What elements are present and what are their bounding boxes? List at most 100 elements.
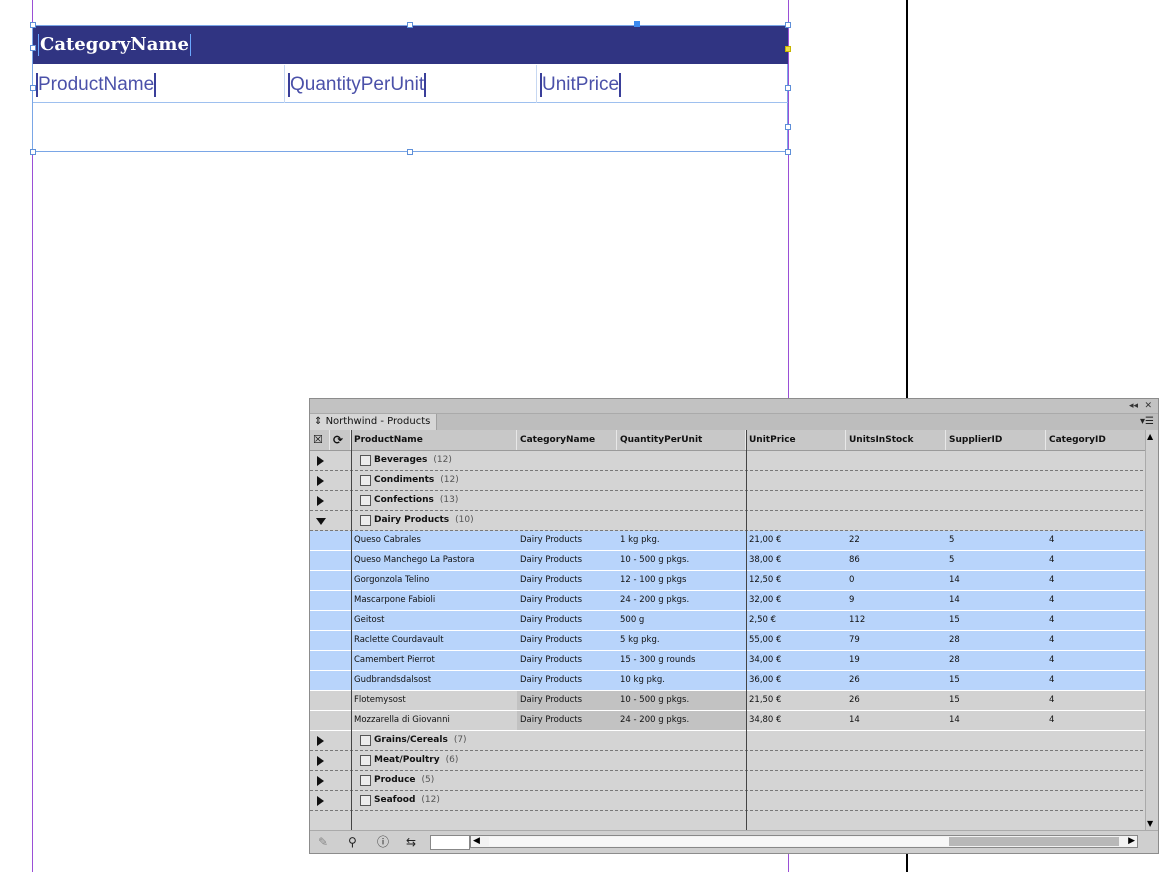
frame-handle[interactable] xyxy=(785,22,791,28)
cell-unitsinstock[interactable]: 14 xyxy=(846,711,946,730)
table-row[interactable]: Raclette Courdavault Dairy Products 5 kg p… xyxy=(310,631,1158,651)
cell-categoryid[interactable]: 4 xyxy=(1046,571,1146,590)
record-number-field[interactable] xyxy=(430,835,470,850)
cell-supplierid[interactable]: 15 xyxy=(946,671,1046,690)
table-row[interactable]: Mozzarella di Giovanni Dairy Products 24 -… xyxy=(310,711,1158,731)
cell-quantityperunit[interactable]: 1 kg pkg. xyxy=(617,531,746,550)
table-row[interactable]: Queso Cabrales Dairy Products 1 kg pkg. 21,… xyxy=(310,531,1158,551)
col-quantityperunit[interactable]: QuantityPerUnit xyxy=(617,430,746,450)
col-unitsinstock[interactable]: UnitsInStock xyxy=(846,430,946,450)
frame-handle[interactable] xyxy=(30,22,36,28)
cell-supplierid[interactable]: 15 xyxy=(946,611,1046,630)
cell-productname[interactable]: Mascarpone Fabioli xyxy=(351,591,517,610)
group-row[interactable]: Meat/Poultry (6) xyxy=(310,751,1158,771)
cell-categoryid[interactable]: 4 xyxy=(1046,551,1146,570)
scroll-up-icon[interactable]: ▲ xyxy=(1147,432,1153,441)
collapsed-triangle-icon[interactable] xyxy=(317,496,324,506)
collapsed-triangle-icon[interactable] xyxy=(317,756,324,766)
cell-supplierid[interactable]: 15 xyxy=(946,691,1046,710)
group-checkbox[interactable] xyxy=(360,735,371,746)
table-row[interactable]: Gorgonzola Telino Dairy Products 12 - 100 … xyxy=(310,571,1158,591)
cell-categoryname[interactable]: Dairy Products xyxy=(517,591,617,610)
cell-categoryid[interactable]: 4 xyxy=(1046,691,1146,710)
cell-categoryname[interactable]: Dairy Products xyxy=(517,691,617,710)
cell-productname[interactable]: Gorgonzola Telino xyxy=(351,571,517,590)
swap-arrows-icon[interactable]: ⇆ xyxy=(406,834,416,850)
group-checkbox[interactable] xyxy=(360,775,371,786)
group-row[interactable]: Beverages (12) xyxy=(310,451,1158,471)
collapse-icon[interactable]: ◂◂ xyxy=(1129,399,1138,413)
collapsed-triangle-icon[interactable] xyxy=(317,796,324,806)
cell-categoryid[interactable]: 4 xyxy=(1046,631,1146,650)
cell-productname[interactable]: Mozzarella di Giovanni xyxy=(351,711,517,730)
expanded-triangle-icon[interactable] xyxy=(316,518,326,525)
cell-unitsinstock[interactable]: 26 xyxy=(846,671,946,690)
cell-categoryid[interactable]: 4 xyxy=(1046,651,1146,670)
search-icon[interactable]: ⚲ xyxy=(348,834,357,850)
scroll-down-icon[interactable]: ▼ xyxy=(1147,819,1153,828)
cell-unitprice[interactable]: 55,00 € xyxy=(746,631,846,650)
cell-unitprice[interactable]: 34,00 € xyxy=(746,651,846,670)
cell-productname[interactable]: Camembert Pierrot xyxy=(351,651,517,670)
table-row[interactable]: Mascarpone Fabioli Dairy Products 24 - 200… xyxy=(310,591,1158,611)
collapsed-triangle-icon[interactable] xyxy=(317,736,324,746)
cell-categoryname[interactable]: Dairy Products xyxy=(517,551,617,570)
cell-unitsinstock[interactable]: 9 xyxy=(846,591,946,610)
clear-selection-icon[interactable]: ☒ xyxy=(310,430,330,450)
group-checkbox[interactable] xyxy=(360,755,371,766)
col-unitprice[interactable]: UnitPrice xyxy=(746,430,846,450)
product-row-template[interactable]: ProductName QuantityPerUnit UnitPrice xyxy=(33,65,788,103)
tab-northwind-products[interactable]: ⇕ Northwind - Products xyxy=(310,414,438,430)
cell-quantityperunit[interactable]: 5 kg pkg. xyxy=(617,631,746,650)
cell-productname[interactable]: Queso Cabrales xyxy=(351,531,517,550)
col-categoryname[interactable]: CategoryName xyxy=(517,430,617,450)
group-checkbox[interactable] xyxy=(360,495,371,506)
frame-handle[interactable] xyxy=(785,149,791,155)
cell-unitsinstock[interactable]: 22 xyxy=(846,531,946,550)
col-categoryid[interactable]: CategoryID xyxy=(1046,430,1146,450)
cell-categoryid[interactable]: 4 xyxy=(1046,531,1146,550)
group-checkbox[interactable] xyxy=(360,795,371,806)
cell-unitsinstock[interactable]: 79 xyxy=(846,631,946,650)
pencil-icon[interactable]: ✎ xyxy=(318,834,328,850)
cell-categoryname[interactable]: Dairy Products xyxy=(517,671,617,690)
collapsed-triangle-icon[interactable] xyxy=(317,476,324,486)
panel-title-bar[interactable]: ◂◂ ✕ xyxy=(310,399,1158,414)
cell-categoryid[interactable]: 4 xyxy=(1046,671,1146,690)
col-productname[interactable]: ProductName xyxy=(351,430,517,450)
cell-unitprice[interactable]: 21,50 € xyxy=(746,691,846,710)
cell-unitprice[interactable]: 38,00 € xyxy=(746,551,846,570)
frame-handle[interactable] xyxy=(30,149,36,155)
cell-supplierid[interactable]: 14 xyxy=(946,591,1046,610)
productname-placeholder[interactable]: ProductName xyxy=(36,65,157,103)
frame-handle[interactable] xyxy=(30,85,36,91)
cell-supplierid[interactable]: 28 xyxy=(946,651,1046,670)
cell-unitsinstock[interactable]: 86 xyxy=(846,551,946,570)
vertical-scrollbar[interactable]: ▲ ▼ xyxy=(1145,430,1158,830)
scroll-left-icon[interactable]: ◀ xyxy=(473,836,480,847)
cell-productname[interactable]: Queso Manchego La Pastora xyxy=(351,551,517,570)
close-icon[interactable]: ✕ xyxy=(1144,399,1152,413)
group-row[interactable]: Confections (13) xyxy=(310,491,1158,511)
panel-menu-icon[interactable]: ▾☰ xyxy=(1140,415,1154,429)
text-overflow-handle[interactable] xyxy=(785,46,791,52)
cell-unitsinstock[interactable]: 19 xyxy=(846,651,946,670)
cell-unitprice[interactable]: 12,50 € xyxy=(746,571,846,590)
frame-handle[interactable] xyxy=(785,124,791,130)
group-row[interactable]: Condiments (12) xyxy=(310,471,1158,491)
scroll-right-icon[interactable]: ▶ xyxy=(1128,836,1135,847)
group-checkbox[interactable] xyxy=(360,515,371,526)
cell-supplierid[interactable]: 5 xyxy=(946,531,1046,550)
col-supplierid[interactable]: SupplierID xyxy=(946,430,1046,450)
cell-categoryid[interactable]: 4 xyxy=(1046,611,1146,630)
cell-categoryname[interactable]: Dairy Products xyxy=(517,611,617,630)
cell-categoryname[interactable]: Dairy Products xyxy=(517,531,617,550)
cell-categoryname[interactable]: Dairy Products xyxy=(517,571,617,590)
cell-quantityperunit[interactable]: 15 - 300 g rounds xyxy=(617,651,746,670)
cell-categoryid[interactable]: 4 xyxy=(1046,591,1146,610)
unitprice-placeholder[interactable]: UnitPrice xyxy=(540,65,622,103)
cell-quantityperunit[interactable]: 500 g xyxy=(617,611,746,630)
frame-handle[interactable] xyxy=(407,149,413,155)
cell-unitprice[interactable]: 32,00 € xyxy=(746,591,846,610)
cell-quantityperunit[interactable]: 24 - 200 g pkgs. xyxy=(617,591,746,610)
